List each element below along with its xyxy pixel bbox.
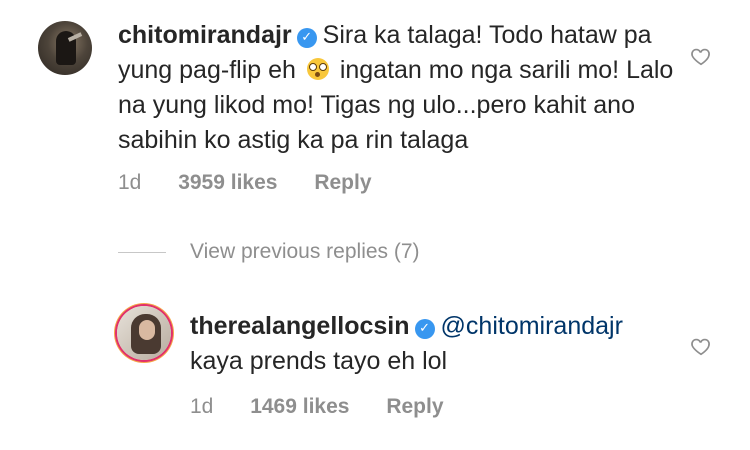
mention-link[interactable]: @chitomirandajr xyxy=(441,312,623,340)
comment-meta: 1d 3959 likes Reply xyxy=(118,171,403,195)
comment-time: 1d xyxy=(118,171,142,194)
likes-count[interactable]: 1469 likes xyxy=(250,395,349,418)
comment-meta: 1d 1469 likes Reply xyxy=(190,395,475,419)
reply-button[interactable]: Reply xyxy=(314,171,371,194)
heart-outline-icon[interactable] xyxy=(690,335,712,357)
comment-body: chitomirandajr ✓ Sira ka talaga! Todo hata… xyxy=(118,18,678,158)
avatar-story-ring[interactable] xyxy=(117,306,171,360)
view-previous-replies-button[interactable]: View previous replies (7) xyxy=(118,240,420,264)
verified-badge-icon: ✓ xyxy=(414,319,435,339)
avatar-face xyxy=(139,320,155,340)
divider-line xyxy=(118,251,166,253)
comment-body: therealangellocsin ✓ @chitomirandajr kaya … xyxy=(190,309,710,379)
avatar[interactable] xyxy=(38,21,92,75)
likes-count[interactable]: 3959 likes xyxy=(178,171,277,194)
username[interactable]: chitomirandajr xyxy=(118,21,292,49)
comment-text: kaya prends tayo eh lol xyxy=(190,347,448,375)
username[interactable]: therealangellocsin xyxy=(190,312,410,340)
view-previous-replies-label: View previous replies (7) xyxy=(190,240,420,263)
verified-badge-icon: ✓ xyxy=(296,28,317,48)
flushed-face-emoji-icon xyxy=(306,58,329,80)
reply-button[interactable]: Reply xyxy=(386,395,443,418)
heart-outline-icon[interactable] xyxy=(690,45,712,67)
comment-time: 1d xyxy=(190,395,214,418)
